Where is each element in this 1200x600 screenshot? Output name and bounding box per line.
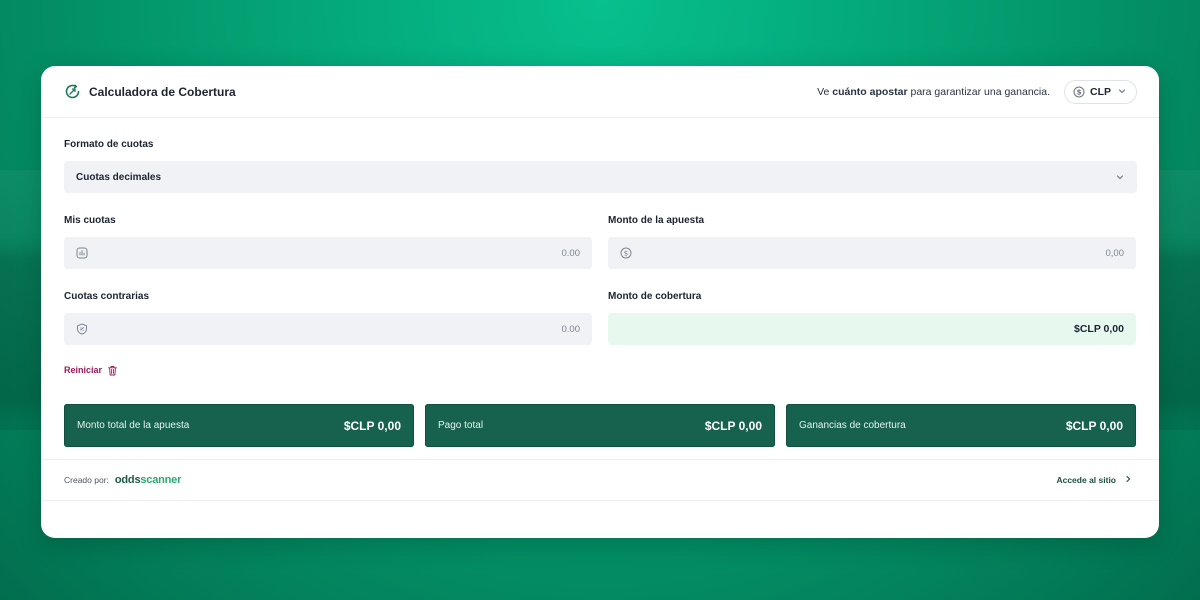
created-by: Creado por: oddsscanner <box>64 474 181 486</box>
hedge-calculator-card: Calculadora de Cobertura Ve cuánto apost… <box>41 66 1159 538</box>
bet-amount-input[interactable]: $ 0,00 <box>608 237 1136 269</box>
chevron-right-icon <box>1124 475 1132 486</box>
dollar-circle-icon: $ <box>620 247 632 259</box>
hedge-profit-label: Ganancias de cobertura <box>799 420 906 431</box>
card-header: Calculadora de Cobertura Ve cuánto apost… <box>41 66 1159 118</box>
header-right: Ve cuánto apostar para garantizar una ga… <box>817 79 1137 104</box>
hedge-amount-label: Monto de cobertura <box>608 291 702 302</box>
reset-button[interactable]: Reiniciar <box>64 363 1137 377</box>
total-bet-label: Monto total de la apuesta <box>77 420 190 431</box>
currency-label: CLP <box>1090 85 1111 98</box>
opposing-odds-group: Cuotas contrarias 0.00 <box>64 291 592 345</box>
my-odds-placeholder: 0.00 <box>561 247 581 259</box>
coin-icon: $ <box>1073 86 1085 98</box>
page-title: Calculadora de Cobertura <box>89 84 236 99</box>
hedge-profit-box: Ganancias de cobertura $CLP 0,00 <box>786 404 1136 447</box>
tagline-suffix: para garantizar una ganancia. <box>910 85 1050 98</box>
form-body: Formato de cuotas Cuotas decimales Mis c… <box>41 118 1159 447</box>
visit-site-link[interactable]: Accede al sitio <box>1056 475 1132 486</box>
hedge-profit-value: $CLP 0,00 <box>1065 418 1123 433</box>
odds-format-select[interactable]: Cuotas decimales <box>64 161 1137 193</box>
my-odds-input[interactable]: 0.00 <box>64 237 592 269</box>
bet-amount-label: Monto de la apuesta <box>608 215 705 226</box>
created-by-label: Creado por: <box>64 475 109 485</box>
bet-amount-placeholder: 0,00 <box>1105 247 1125 259</box>
oddsscanner-logo[interactable]: oddsscanner <box>115 474 181 486</box>
currency-selector[interactable]: $ CLP <box>1064 79 1137 104</box>
hedge-amount-group: Monto de cobertura $CLP 0,00 <box>608 291 1136 345</box>
tagline-bold: cuánto apostar <box>832 85 908 98</box>
odds-format-label: Formato de cuotas <box>64 139 154 150</box>
shield-icon <box>76 323 88 335</box>
logo-part-odds: odds <box>114 474 141 486</box>
reset-label: Reiniciar <box>64 365 103 375</box>
hedge-amount-value: $CLP 0,00 <box>1073 323 1124 335</box>
card-footer: Creado por: oddsscanner Accede al sitio <box>41 459 1159 501</box>
inputs-row-1: Mis cuotas 0.00 Monto de la apuesta $ 0,… <box>64 215 1137 269</box>
svg-text:$: $ <box>624 249 628 257</box>
inputs-row-2: Cuotas contrarias 0.00 Monto de cobertur… <box>64 291 1137 345</box>
total-bet-box: Monto total de la apuesta $CLP 0,00 <box>64 404 414 447</box>
opposing-odds-label: Cuotas contrarias <box>64 291 150 302</box>
odds-format-value: Cuotas decimales <box>76 171 162 183</box>
hedge-amount-output: $CLP 0,00 <box>608 313 1136 345</box>
my-odds-group: Mis cuotas 0.00 <box>64 215 592 269</box>
totals-row: Monto total de la apuesta $CLP 0,00 Pago… <box>64 404 1137 447</box>
total-payout-box: Pago total $CLP 0,00 <box>425 404 775 447</box>
opposing-odds-placeholder: 0.00 <box>561 323 581 335</box>
total-bet-value: $CLP 0,00 <box>343 418 401 433</box>
svg-text:$: $ <box>1077 88 1082 96</box>
total-payout-value: $CLP 0,00 <box>704 418 762 433</box>
my-odds-label: Mis cuotas <box>64 215 116 226</box>
total-payout-label: Pago total <box>438 420 484 431</box>
opposing-odds-input[interactable]: 0.00 <box>64 313 592 345</box>
chart-icon <box>76 247 88 259</box>
tagline: Ve cuánto apostar para garantizar una ga… <box>817 86 1050 98</box>
tagline-prefix: Ve <box>817 85 830 98</box>
bet-amount-group: Monto de la apuesta $ 0,00 <box>608 215 1136 269</box>
visit-site-label: Accede al sitio <box>1056 475 1116 485</box>
trash-icon <box>107 365 118 376</box>
chevron-down-icon <box>1118 87 1126 97</box>
brand: Calculadora de Cobertura <box>64 83 236 100</box>
hedge-calculator-icon <box>64 83 81 100</box>
chevron-down-icon <box>1115 172 1125 182</box>
logo-part-scanner: scanner <box>140 474 182 486</box>
